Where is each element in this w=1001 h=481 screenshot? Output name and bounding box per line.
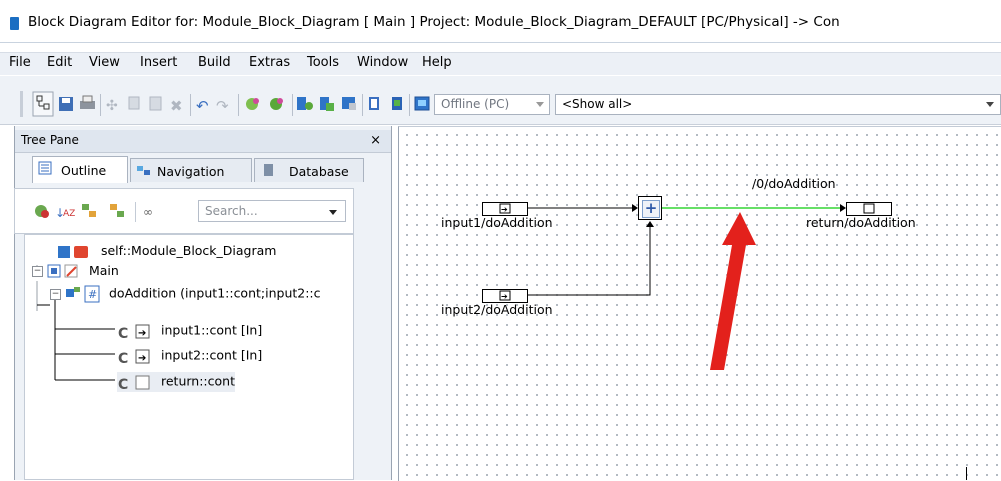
input-port-icon: ➔: [499, 203, 511, 214]
input1-label: input1/doAddition: [441, 215, 553, 230]
annotation-arrow: [710, 212, 756, 370]
output-port-icon: [863, 203, 875, 214]
return-label: return/doAddition: [806, 215, 916, 230]
diagram-wires: [527, 204, 846, 370]
svg-text:➔: ➔: [501, 292, 508, 301]
addition-block[interactable]: +: [638, 196, 662, 220]
wire-input2[interactable]: [527, 227, 651, 296]
plus-icon: +: [642, 200, 660, 218]
return-block[interactable]: [846, 202, 892, 216]
text-cursor: [966, 467, 967, 480]
input2-label: input2/doAddition: [441, 302, 553, 317]
signal-label: /0/doAddition: [752, 176, 836, 191]
input1-block[interactable]: ➔: [482, 202, 528, 216]
svg-text:➔: ➔: [501, 205, 508, 214]
input2-block[interactable]: ➔: [482, 289, 528, 303]
input-port-icon: ➔: [499, 290, 511, 301]
